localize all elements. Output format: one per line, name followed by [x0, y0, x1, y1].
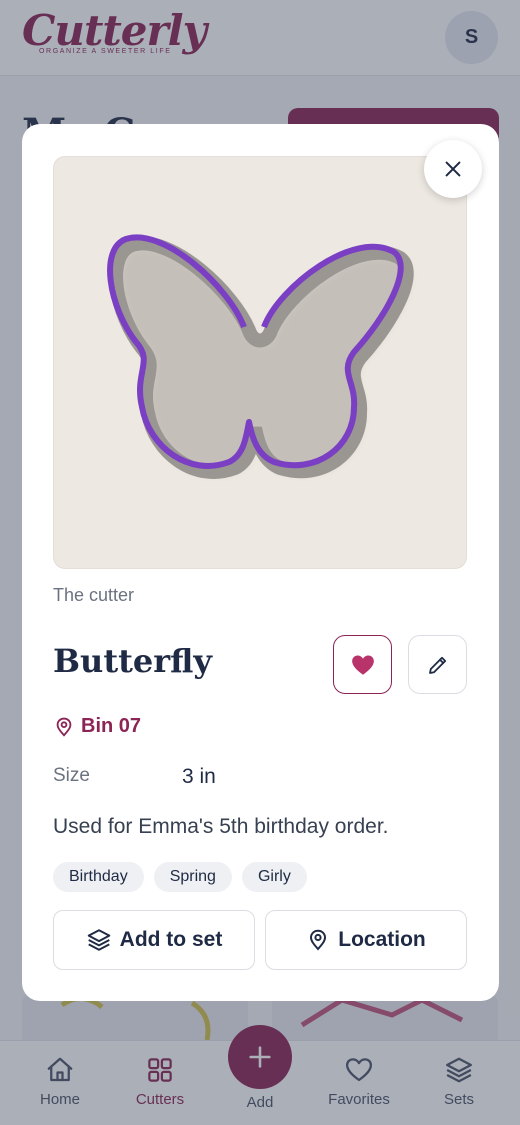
- add-to-set-button[interactable]: Add to set: [53, 910, 255, 970]
- heart-filled-icon: [351, 654, 374, 675]
- location-button[interactable]: Location: [265, 910, 467, 970]
- map-pin-icon: [56, 717, 72, 737]
- favorite-button[interactable]: [333, 635, 392, 694]
- bin-label: Bin 07: [81, 715, 142, 737]
- map-pin-icon: [310, 929, 327, 951]
- bin-location: Bin 07: [53, 715, 141, 738]
- close-icon: [445, 161, 461, 177]
- add-to-set-label: Add to set: [119, 928, 223, 951]
- close-button[interactable]: [424, 140, 482, 198]
- photo-caption: The cutter: [53, 585, 135, 605]
- cutter-photo: [53, 156, 467, 569]
- pencil-icon: [428, 656, 446, 674]
- cutter-name: Butterfly: [53, 642, 212, 680]
- tag-chip[interactable]: Girly: [241, 862, 307, 892]
- size-value: 3 in: [182, 765, 216, 788]
- cutter-notes: Used for Emma's 5th birthday order.: [53, 815, 389, 838]
- cutter-detail-modal: The cutter Butterfly Bin 07 Size 3 in Us…: [22, 124, 499, 1001]
- location-label: Location: [338, 928, 426, 951]
- edit-button[interactable]: [408, 635, 467, 694]
- tag-list: Birthday Spring Girly: [53, 862, 307, 892]
- tag-chip[interactable]: Spring: [153, 862, 232, 892]
- size-label: Size: [53, 765, 90, 786]
- tag-chip[interactable]: Birthday: [53, 862, 144, 892]
- layers-icon: [87, 929, 110, 951]
